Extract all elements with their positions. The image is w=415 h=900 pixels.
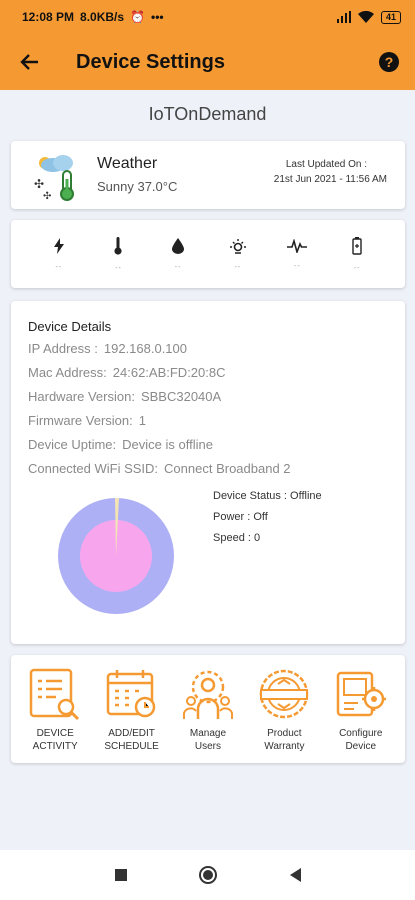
system-nav-bar xyxy=(0,850,415,900)
battery-indicator: 41 xyxy=(380,10,401,24)
signal-icon xyxy=(336,11,351,23)
add-edit-schedule-button[interactable]: ADD/EDIT SCHEDULE xyxy=(96,655,168,763)
firmware-version-value: 1 xyxy=(138,413,146,428)
sensor-battery[interactable]: -- xyxy=(337,236,377,272)
device-status: Device Status : Offline xyxy=(213,490,322,502)
device-uptime-label: Device Uptime: xyxy=(28,437,117,452)
weather-value: Sunny 37.0°C xyxy=(97,179,178,194)
recents-square-icon[interactable] xyxy=(114,868,128,882)
device-power: Power : Off xyxy=(213,511,268,523)
firmware-version-label: Firmware Version: xyxy=(28,413,133,428)
svg-text:✣: ✣ xyxy=(34,177,44,191)
sensor-value: -- xyxy=(234,263,242,271)
sensor-temperature[interactable]: -- xyxy=(98,236,138,272)
sensor-value: -- xyxy=(294,262,301,270)
action-label: Configure Device xyxy=(339,728,383,752)
wifi-ssid-row: Connected WiFi SSID: Connect Broadband 2 xyxy=(28,461,291,476)
lightning-icon xyxy=(53,237,64,254)
humidity-drop-icon xyxy=(172,237,185,254)
back-button[interactable] xyxy=(0,34,58,90)
sensor-value: -- xyxy=(55,263,63,271)
device-activity-button[interactable]: DEVICE ACTIVITY xyxy=(19,655,91,763)
weather-title: Weather xyxy=(97,155,158,172)
mac-address-label: Mac Address: xyxy=(28,365,107,380)
clock: 12:08 PM xyxy=(22,10,75,24)
mac-address-value: 24:62:AB:FD:20:8C xyxy=(112,365,226,380)
activity-log-icon xyxy=(29,668,80,721)
sensor-value: -- xyxy=(115,264,122,272)
firmware-version-row: Firmware Version: 1 xyxy=(28,413,146,428)
help-button[interactable]: ? xyxy=(379,52,399,72)
wifi-icon xyxy=(357,11,374,23)
sensor-value: -- xyxy=(174,263,182,271)
wifi-ssid-value: Connect Broadband 2 xyxy=(164,461,291,476)
actions-card: DEVICE ACTIVITY ADD/EDIT SCHEDULE Manage… xyxy=(11,655,405,763)
ip-address-value: 192.168.0.100 xyxy=(103,341,187,356)
configure-device-button[interactable]: Configure Device xyxy=(325,655,397,763)
weather-card[interactable]: ✣ ✣ Weather Sunny 37.0°C Last Updated On… xyxy=(11,141,405,209)
users-gear-icon xyxy=(182,670,233,719)
ip-address-row: IP Address : 192.168.0.100 xyxy=(28,341,187,356)
last-updated-label: Last Updated On : xyxy=(285,159,367,170)
svg-text:✣: ✣ xyxy=(43,191,51,201)
warranty-badge-icon xyxy=(260,669,309,719)
thermometer-icon xyxy=(114,236,123,255)
manage-users-button[interactable]: Manage Users xyxy=(172,655,244,763)
app-bar: Device Settings ? xyxy=(0,34,415,90)
device-uptime-value: Device is offline xyxy=(122,437,213,452)
sensor-power[interactable]: -- xyxy=(39,237,79,271)
hardware-version-label: Hardware Version: xyxy=(28,389,135,404)
configure-device-icon xyxy=(336,671,386,717)
action-label: DEVICE ACTIVITY xyxy=(32,728,78,752)
calendar-schedule-icon xyxy=(106,670,155,718)
sensor-light[interactable]: -- xyxy=(218,238,258,271)
device-name: IoTOnDemand xyxy=(148,104,267,124)
pulse-icon xyxy=(287,238,308,253)
network-speed: 8.0KB/s xyxy=(80,10,125,24)
action-label: Manage Users xyxy=(189,728,227,752)
sensor-card: -- -- -- -- -- -- xyxy=(11,220,405,288)
hardware-version-value: SBBC32040A xyxy=(140,389,222,404)
battery-icon xyxy=(352,236,362,255)
usage-pie-chart xyxy=(58,498,174,614)
mac-address-row: Mac Address: 24:62:AB:FD:20:8C xyxy=(28,365,226,380)
more-dots: ••• xyxy=(151,10,164,24)
back-arrow-icon xyxy=(20,54,38,70)
back-triangle-icon[interactable] xyxy=(288,867,302,883)
page-title: Device Settings xyxy=(76,50,225,73)
sensor-value: -- xyxy=(353,264,361,272)
weather-icon: ✣ ✣ xyxy=(34,155,74,201)
device-details-title: Device Details xyxy=(28,319,112,334)
ip-address-label: IP Address : xyxy=(28,341,98,356)
device-uptime-row: Device Uptime: Device is offline xyxy=(28,437,213,452)
action-label: ADD/EDIT SCHEDULE xyxy=(104,728,159,752)
alarm-icon: ⏰ xyxy=(130,10,146,24)
last-updated-value: 21st Jun 2021 - 11:56 AM xyxy=(273,174,387,185)
hardware-version-row: Hardware Version: SBBC32040A xyxy=(28,389,221,404)
light-sensor-icon xyxy=(229,238,246,254)
system-status-bar: 12:08 PM 8.0KB/s ⏰ ••• 41 xyxy=(0,0,415,34)
wifi-ssid-label: Connected WiFi SSID: xyxy=(28,461,159,476)
device-speed: Speed : 0 xyxy=(213,532,261,544)
product-warranty-button[interactable]: Product Warranty xyxy=(248,655,320,763)
home-circle-icon[interactable] xyxy=(198,865,218,885)
device-details-card: Device Details IP Address : 192.168.0.100… xyxy=(11,301,405,644)
sensor-humidity[interactable]: -- xyxy=(158,237,198,271)
sensor-pulse[interactable]: -- xyxy=(277,238,317,270)
action-label: Product Warranty xyxy=(264,728,305,752)
